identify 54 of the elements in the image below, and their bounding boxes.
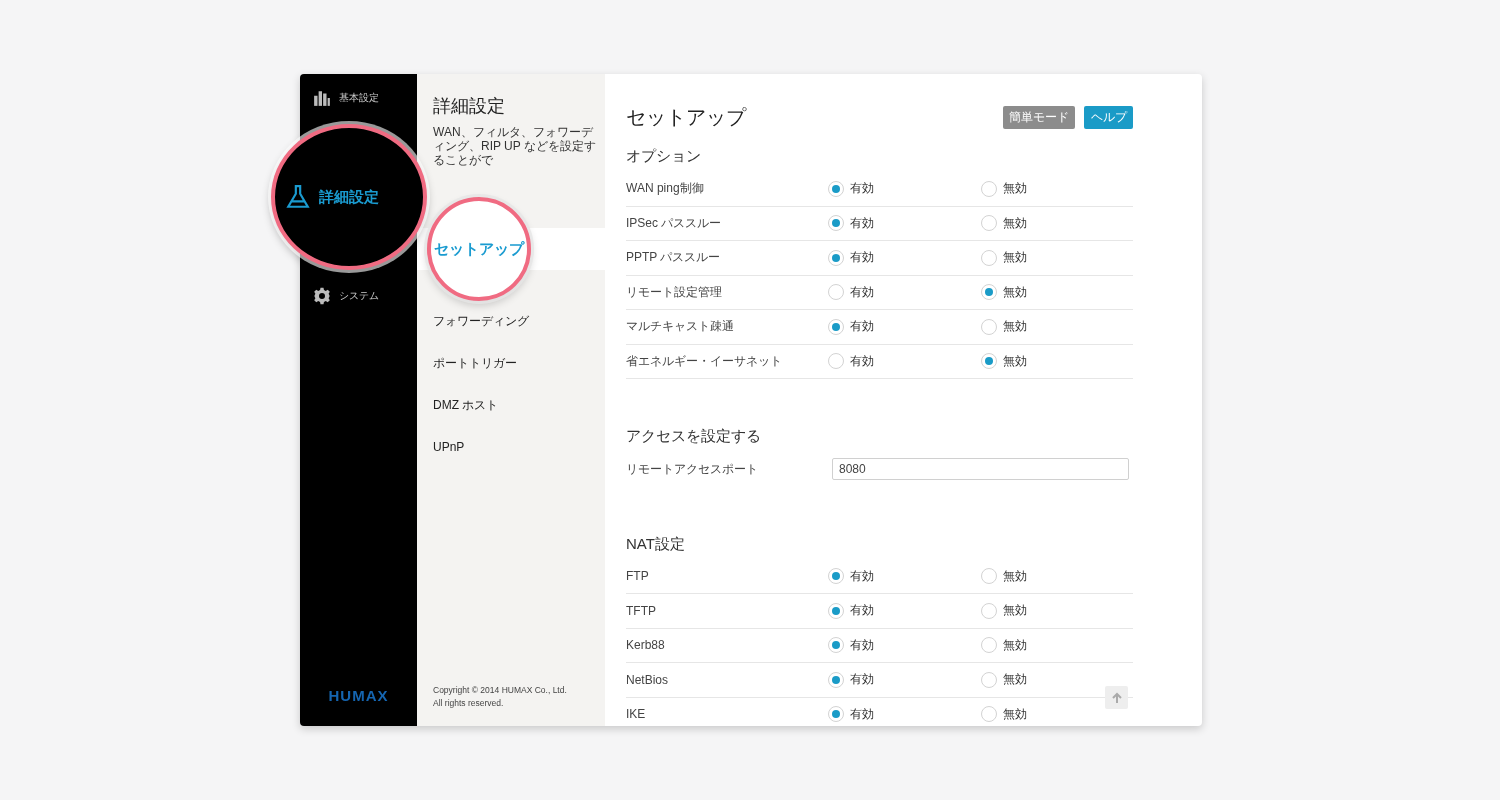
radio-option[interactable]: 無効	[980, 284, 1133, 301]
radio-option[interactable]: 無効	[980, 637, 1133, 654]
settings-icon	[313, 287, 331, 305]
logo: HUMAX	[327, 687, 390, 704]
radio-option[interactable]: 無効	[980, 180, 1133, 197]
radio-option[interactable]: 有効	[828, 353, 981, 370]
radio-option[interactable]: 有効	[828, 215, 981, 232]
setting-label: リモート設定管理	[626, 283, 723, 301]
section-heading: オプション	[626, 146, 702, 166]
nav-item[interactable]: システム	[300, 286, 417, 306]
nav-item[interactable]: 基本設定	[300, 88, 417, 108]
radio-option[interactable]: 有効	[828, 637, 981, 654]
setting-label: マルチキャスト疎通	[626, 318, 735, 336]
setting-label: 省エネルギー・イーサネット	[626, 352, 783, 370]
radio-option[interactable]: 有効	[828, 568, 981, 585]
radio-option[interactable]: 有効	[828, 671, 981, 688]
radio-option[interactable]: 有効	[828, 318, 981, 335]
setting-label: PPTP パススルー	[626, 249, 722, 267]
radio-option[interactable]: 無効	[980, 602, 1133, 619]
page-title: セットアップ	[626, 105, 746, 130]
scroll-top-button[interactable]	[1105, 686, 1128, 709]
setting-label: NetBios	[626, 672, 670, 687]
radio-option[interactable]: 有効	[828, 602, 981, 619]
section-heading: NAT設定	[626, 533, 686, 554]
radio-option[interactable]: 無効	[980, 249, 1133, 266]
radio-option[interactable]: 無効	[980, 353, 1133, 370]
submenu-description: WAN、フィルタ、フォワーディング、RIP UP などを設定することがで	[433, 125, 597, 167]
rights-text: All rights reserved.	[433, 697, 505, 710]
radio-option[interactable]: 有効	[828, 284, 981, 301]
arrow-up-icon	[1110, 691, 1123, 704]
radio-option[interactable]: 有効	[828, 180, 981, 197]
radio-option[interactable]: 有効	[828, 706, 981, 723]
menu-item[interactable]: DMZ ホスト	[417, 384, 605, 426]
setting-label: WAN ping制御	[626, 180, 705, 198]
radio-option[interactable]: 無効	[980, 318, 1133, 335]
copyright-text: Copyright © 2014 HUMAX Co., Ltd.	[433, 684, 568, 697]
submenu-title: 詳細設定	[433, 95, 506, 118]
menu-item[interactable]: フォワーディング	[417, 300, 605, 342]
magnified-nav-item[interactable]: 詳細設定	[271, 124, 427, 270]
setting-label: FTP	[626, 569, 650, 584]
radio-option[interactable]: 有効	[828, 249, 981, 266]
setting-label: TFTP	[626, 603, 657, 618]
section-heading: アクセスを設定する	[626, 426, 762, 446]
port-input[interactable]: 8080	[832, 458, 1129, 481]
setting-label: Kerb88	[626, 638, 666, 653]
setting-label: IKE	[626, 707, 647, 722]
radio-option[interactable]: 無効	[980, 215, 1133, 232]
field-label: リモートアクセスポート	[626, 460, 759, 478]
menu-item[interactable]: ポートトリガー	[417, 342, 605, 384]
setting-label: IPSec パススルー	[626, 214, 723, 232]
flask-icon	[285, 184, 311, 210]
bar-chart-icon	[313, 89, 331, 107]
radio-option[interactable]: 無効	[980, 568, 1133, 585]
menu-item[interactable]: UPnP	[417, 426, 605, 468]
